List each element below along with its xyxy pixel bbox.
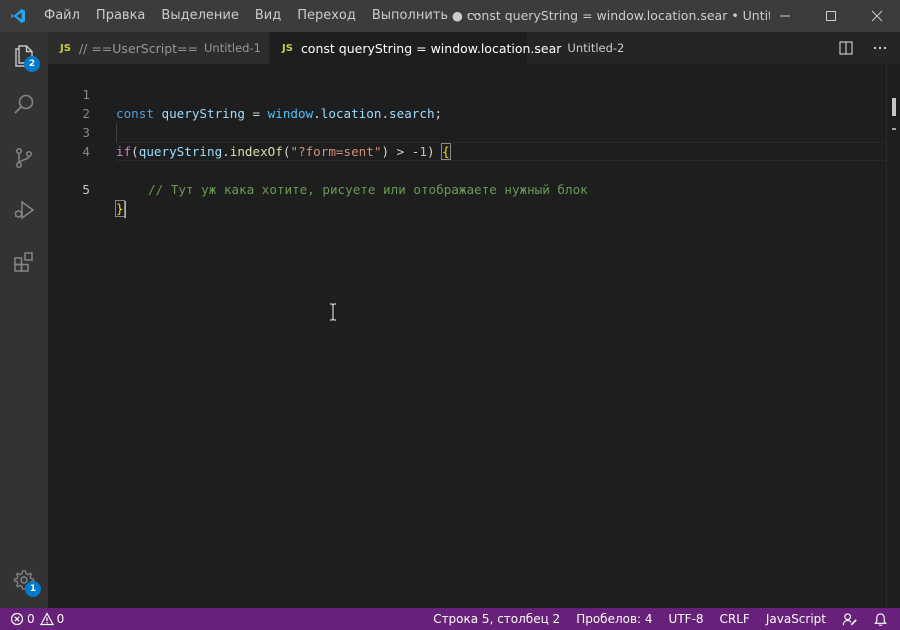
indentation[interactable]: Пробелов: 4 — [568, 608, 660, 630]
code-line-5: 5 } — [48, 142, 900, 218]
text-cursor — [123, 201, 126, 218]
extensions-button[interactable] — [0, 238, 48, 286]
code-line-4: 4 // Тут уж кака хотите, рисуете или ото… — [48, 123, 900, 197]
language-mode[interactable]: JavaScript — [758, 608, 834, 630]
tab-description: Untitled-2 — [567, 41, 625, 55]
ellipsis-icon — [873, 46, 887, 50]
error-count: 0 — [27, 612, 35, 626]
tab-label: // ==UserScript== — [78, 40, 198, 56]
menu-edit[interactable]: Правка — [88, 0, 153, 32]
split-editor-icon — [839, 41, 853, 55]
token-brace-close: } — [115, 200, 125, 217]
minimize-icon — [780, 15, 790, 17]
title-bar: Файл Правка Выделение Вид Переход Выполн… — [0, 0, 900, 32]
ibeam-cursor-icon — [330, 303, 336, 321]
source-control-icon — [15, 147, 33, 169]
manage-button[interactable]: 1 — [0, 556, 48, 604]
menu-file[interactable]: Файл — [36, 0, 88, 32]
search-icon — [14, 94, 34, 114]
editor-actions — [832, 32, 900, 64]
search-button[interactable] — [0, 80, 48, 128]
notifications-button[interactable] — [865, 608, 900, 630]
warning-icon — [39, 612, 54, 626]
maximize-button[interactable] — [808, 0, 854, 32]
tab-description: Untitled-1 — [203, 41, 261, 55]
manage-badge: 1 — [25, 581, 41, 597]
feedback-button[interactable] — [834, 608, 865, 630]
code-text: } — [115, 199, 126, 218]
explorer-button[interactable]: 2 — [0, 32, 48, 80]
code-text: // Тут уж кака хотите, рисуете или отобр… — [148, 180, 588, 199]
window-title: ● const queryString = window.location.se… — [452, 8, 770, 23]
encoding[interactable]: UTF-8 — [661, 608, 712, 630]
tab-label: const queryString = window.location.sear — [300, 40, 562, 56]
menu-bar: Файл Правка Выделение Вид Переход Выполн… — [36, 0, 491, 32]
scrollbar-overview[interactable] — [886, 64, 900, 608]
warning-count: 0 — [56, 612, 65, 626]
close-window-button[interactable] — [854, 0, 900, 32]
overview-mark — [892, 128, 896, 130]
status-bar: 0 0 Строка 5, столбец 2 Пробелов: 4 UTF-… — [0, 608, 900, 630]
code-editor[interactable]: 1 const queryString = window.location.se… — [48, 64, 900, 608]
menu-selection[interactable]: Выделение — [153, 0, 246, 32]
tab-untitled-2[interactable]: JS const queryString = window.location.s… — [270, 32, 624, 64]
token-comment: // Тут уж кака хотите, рисуете или отобр… — [148, 182, 588, 197]
status-right: Строка 5, столбец 2 Пробелов: 4 UTF-8 CR… — [425, 608, 900, 630]
split-editor-button[interactable] — [832, 32, 860, 64]
problems-indicator[interactable]: 0 0 — [0, 608, 64, 630]
maximize-icon — [826, 11, 836, 21]
activity-bar: 2 1 — [0, 32, 48, 608]
javascript-file-icon: JS — [282, 42, 293, 54]
code-lines: 1 const queryString = window.location.se… — [48, 66, 900, 218]
code-line-1: 1 const queryString = window.location.se… — [48, 66, 900, 121]
javascript-file-icon: JS — [60, 42, 71, 54]
indent-guide — [116, 123, 117, 142]
bell-icon — [874, 612, 887, 626]
editor-tabs: JS // ==UserScript== Untitled-1 JS const… — [48, 32, 900, 64]
run-debug-button[interactable] — [0, 186, 48, 234]
cursor-position[interactable]: Строка 5, столбец 2 — [425, 608, 568, 630]
error-icon — [10, 612, 24, 626]
tab-untitled-1[interactable]: JS // ==UserScript== Untitled-1 — [48, 32, 270, 64]
more-actions-button[interactable] — [866, 32, 894, 64]
end-of-line[interactable]: CRLF — [712, 608, 758, 630]
run-debug-icon — [14, 200, 35, 220]
menu-go[interactable]: Переход — [289, 0, 364, 32]
overview-cursor-mark — [892, 98, 896, 116]
window-controls — [762, 0, 900, 32]
code-line-2: 2 — [48, 85, 900, 121]
minimize-button[interactable] — [762, 0, 808, 32]
vscode-logo-icon — [0, 0, 36, 32]
line-number: 5 — [82, 182, 90, 197]
feedback-icon — [842, 612, 857, 625]
source-control-button[interactable] — [0, 134, 48, 182]
code-line-3: 3 if(queryString.indexOf("?form=sent") >… — [48, 104, 900, 160]
menu-run[interactable]: Выполнить — [364, 0, 456, 32]
menu-view[interactable]: Вид — [247, 0, 289, 32]
current-line-highlight — [116, 142, 886, 161]
explorer-badge: 2 — [24, 56, 40, 72]
close-icon — [871, 10, 883, 22]
extensions-icon — [14, 252, 33, 272]
